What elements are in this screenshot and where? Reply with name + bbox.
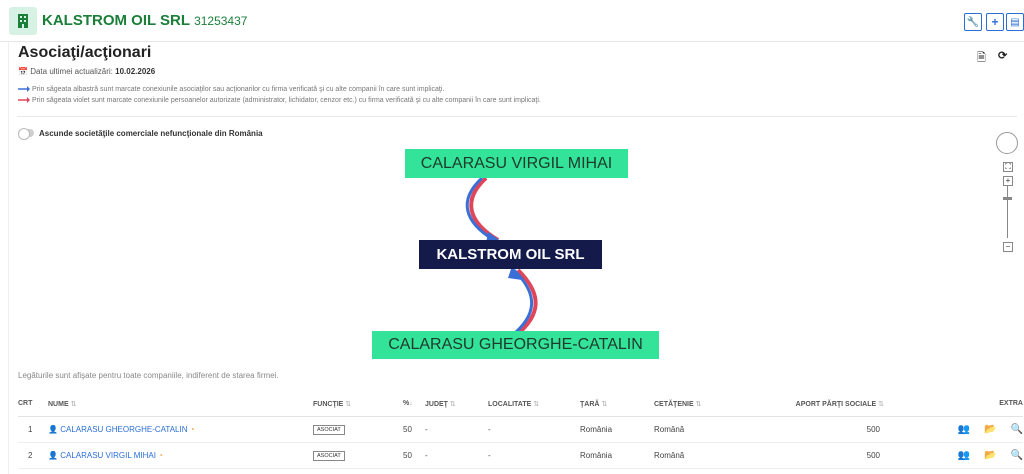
pan-control[interactable] <box>996 132 1018 154</box>
graph-node-bottom[interactable]: CALARASU GHEORGHE-CATALIN <box>372 331 659 359</box>
graph-node-center[interactable]: KALSTROM OIL SRL <box>419 240 602 269</box>
network-graph <box>465 176 538 334</box>
zoom-out-button[interactable]: − <box>1003 242 1013 252</box>
zoom-slider-thumb[interactable] <box>1003 197 1012 200</box>
zoom-slider-track[interactable] <box>1007 186 1008 238</box>
graph-node-top[interactable]: CALARASU VIRGIL MIHAI <box>405 149 628 178</box>
fit-view-button[interactable]: ⛶ <box>1003 162 1013 172</box>
zoom-in-button[interactable]: + <box>1003 176 1013 186</box>
